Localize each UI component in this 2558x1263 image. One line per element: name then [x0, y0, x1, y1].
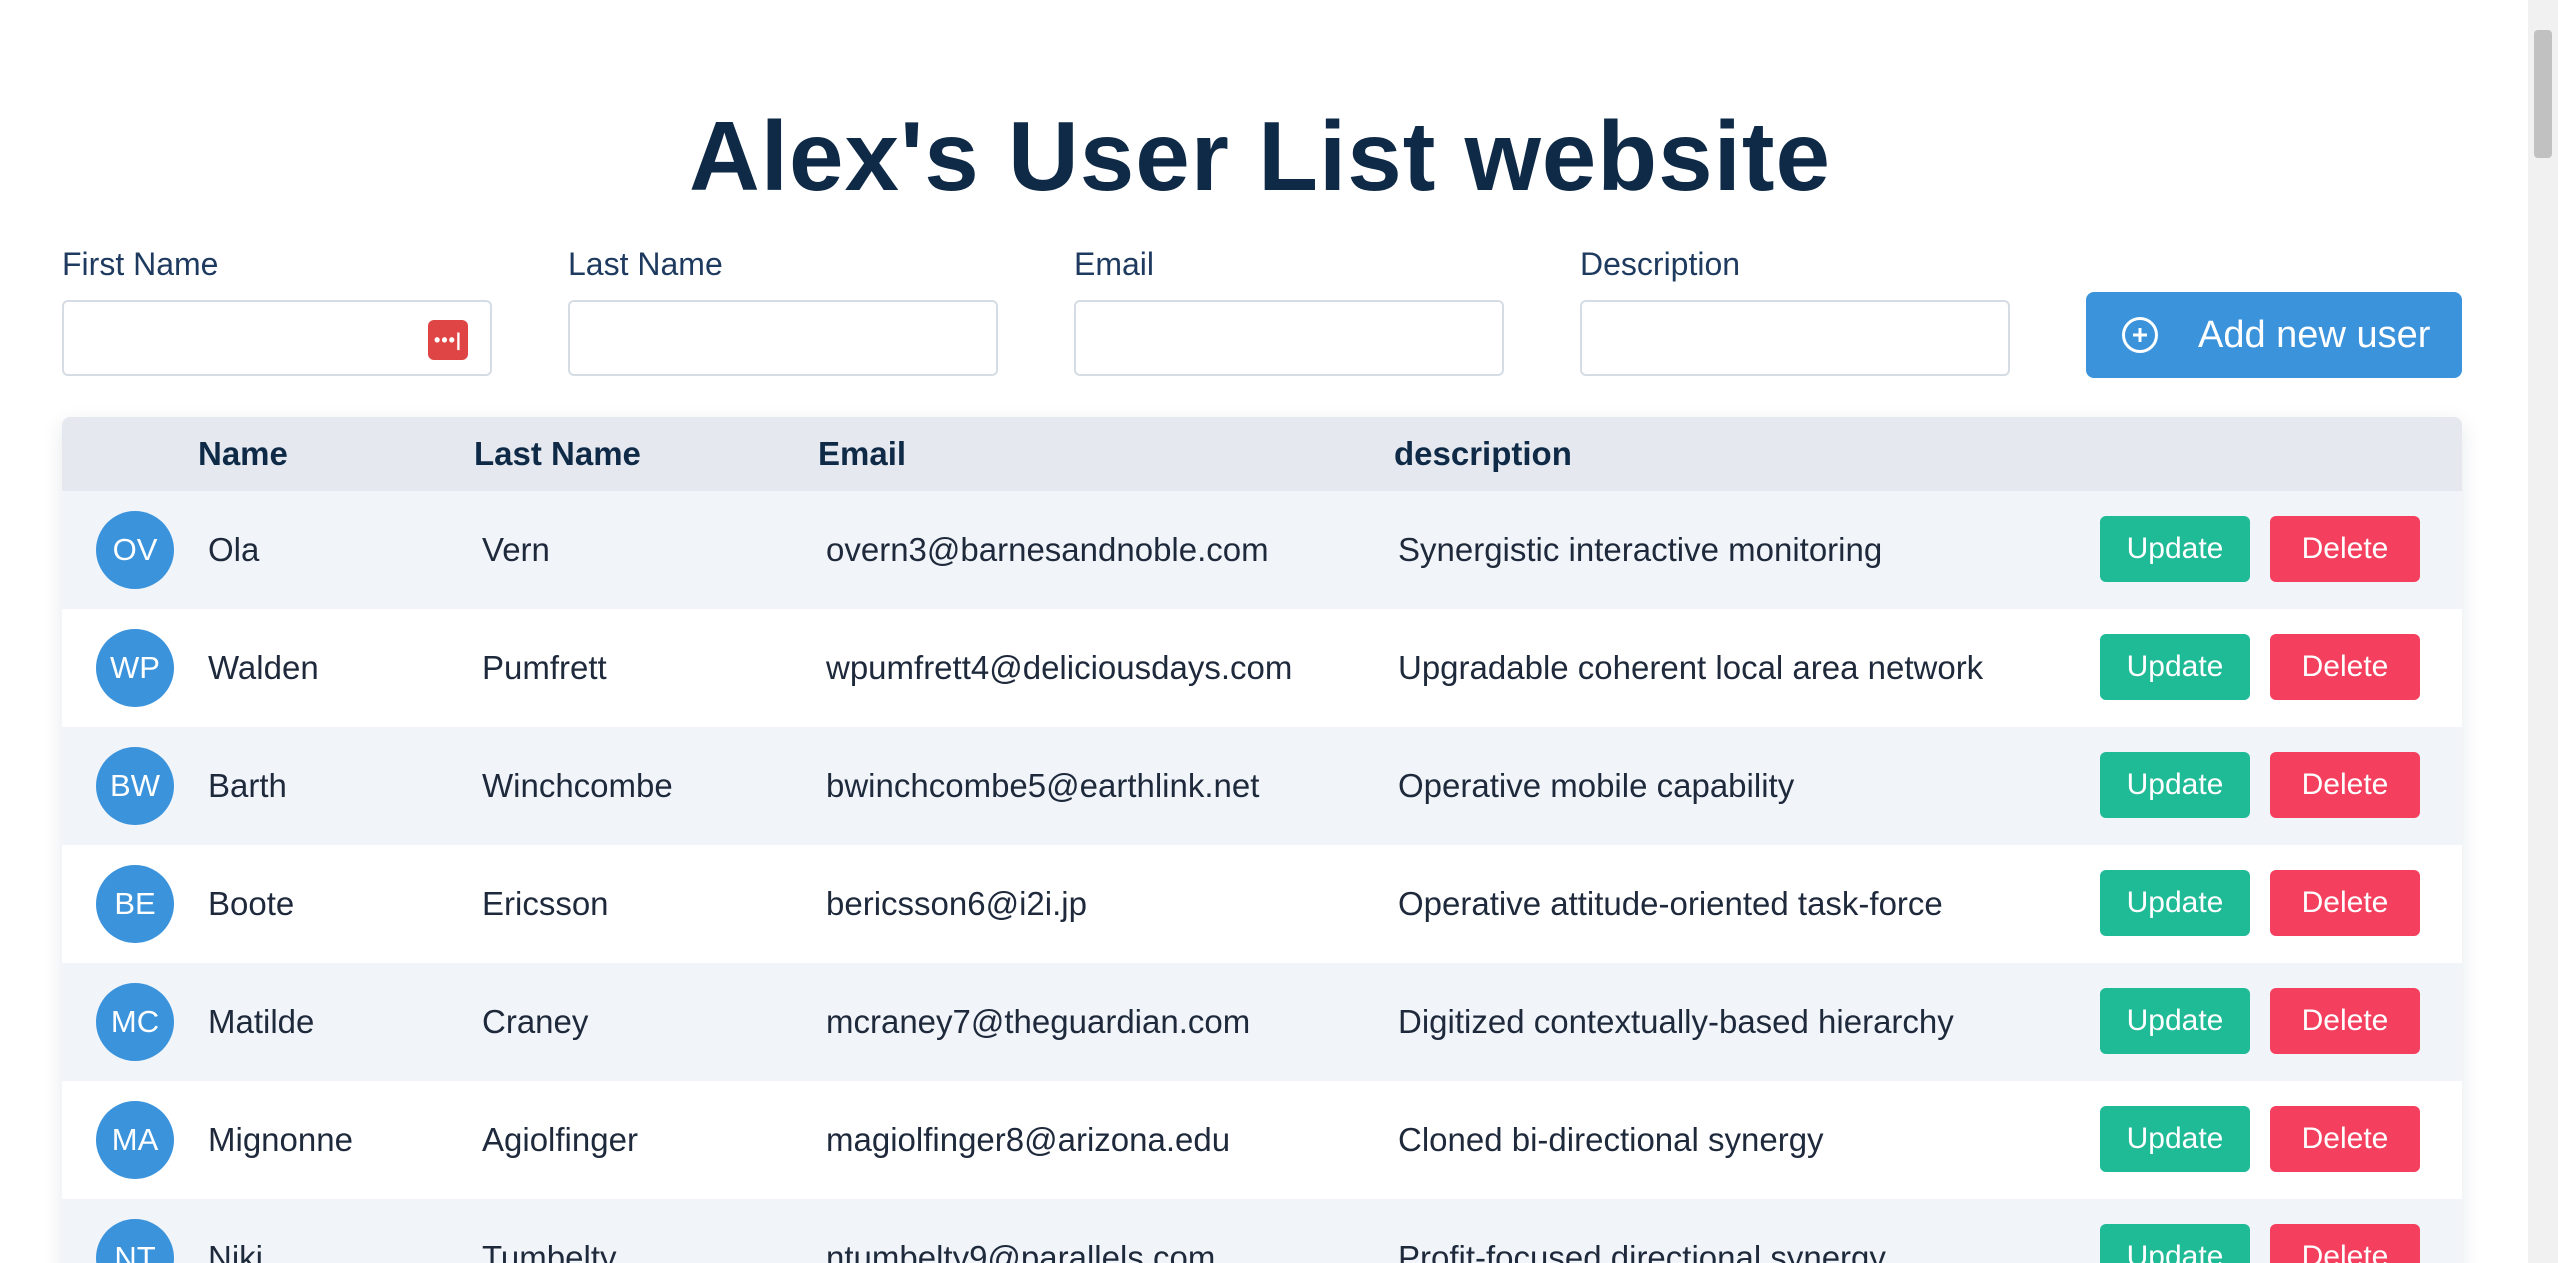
email-input[interactable] [1076, 302, 1502, 374]
email-cell: ntumbelty9@parallels.com [826, 1239, 1216, 1263]
email-cell: bericsson6@i2i.jp [826, 885, 1087, 922]
user-table: Name Last Name Email description OV Ola Ve… [62, 417, 2462, 1263]
email-input-wrapper [1074, 300, 1504, 376]
delete-button[interactable]: Delete [2270, 516, 2420, 582]
page: Alex's User List website First Name •••|… [0, 0, 2558, 1263]
delete-button[interactable]: Delete [2270, 1224, 2420, 1263]
delete-button[interactable]: Delete [2270, 870, 2420, 936]
table-row: MA Mignonne Agiolfinger magiolfinger8@arizo… [62, 1081, 2462, 1199]
update-button[interactable]: Update [2100, 1106, 2250, 1172]
last-name-cell: Winchcombe [482, 767, 673, 804]
first-name-cell: Mignonne [208, 1121, 353, 1158]
email-cell: wpumfrett4@deliciousdays.com [826, 649, 1293, 686]
avatar: BE [96, 865, 174, 943]
last-name-cell: Agiolfinger [482, 1121, 638, 1158]
first-name-cell: Matilde [208, 1003, 315, 1040]
avatar: NT [96, 1219, 174, 1263]
description-label: Description [1580, 246, 1741, 282]
first-name-cell: Ola [208, 531, 260, 568]
first-name-label: First Name [62, 246, 219, 282]
email-cell: mcraney7@theguardian.com [826, 1003, 1251, 1040]
header-last-name: Last Name [474, 435, 641, 472]
email-cell: magiolfinger8@arizona.edu [826, 1121, 1231, 1158]
first-name-field: First Name •••| [62, 244, 494, 376]
email-field: Email [1074, 244, 1506, 376]
table-row: BE Boote Ericsson bericsson6@i2i.jp Operativ… [62, 845, 2462, 963]
last-name-label: Last Name [568, 246, 723, 282]
first-name-input[interactable] [64, 302, 490, 374]
header-name: Name [198, 435, 288, 472]
page-title: Alex's User List website [688, 101, 1832, 211]
last-name-input[interactable] [570, 302, 996, 374]
page-scrollbar[interactable] [2528, 0, 2558, 1263]
description-field: Description [1580, 244, 2012, 376]
update-button[interactable]: Update [2100, 516, 2250, 582]
delete-button[interactable]: Delete [2270, 1106, 2420, 1172]
update-button[interactable]: Update [2100, 634, 2250, 700]
scrollbar-thumb[interactable] [2534, 30, 2552, 158]
last-name-cell: Pumfrett [482, 649, 607, 686]
add-new-user-button[interactable]: Add new user [2086, 292, 2462, 378]
email-label: Email [1074, 246, 1155, 282]
first-name-cell: Barth [208, 767, 287, 804]
table-row: MC Matilde Craney mcraney7@theguardian.com D… [62, 963, 2462, 1081]
description-cell: Operative mobile capability [1398, 767, 1795, 804]
description-cell: Cloned bi-directional synergy [1398, 1121, 1824, 1158]
description-input[interactable] [1582, 302, 2008, 374]
delete-button[interactable]: Delete [2270, 752, 2420, 818]
update-button[interactable]: Update [2100, 870, 2250, 936]
first-name-cell: Niki [208, 1239, 263, 1263]
description-cell: Upgradable coherent local area network [1398, 649, 1984, 686]
avatar: MA [96, 1101, 174, 1179]
description-cell: Synergistic interactive monitoring [1398, 531, 1883, 568]
table-row: WP Walden Pumfrett wpumfrett4@deliciousdays… [62, 609, 2462, 727]
table-header: Name Last Name Email description [62, 417, 2462, 491]
last-name-cell: Tumbelty [482, 1239, 617, 1263]
email-cell: overn3@barnesandnoble.com [826, 531, 1269, 568]
delete-button[interactable]: Delete [2270, 634, 2420, 700]
description-input-wrapper [1580, 300, 2010, 376]
avatar: MC [96, 983, 174, 1061]
avatar: BW [96, 747, 174, 825]
header-description: description [1394, 435, 1572, 472]
password-manager-icon[interactable]: •••| [428, 320, 468, 360]
plus-circle-icon [2122, 317, 2158, 353]
avatar: OV [96, 511, 174, 589]
last-name-field: Last Name [568, 244, 1000, 376]
last-name-cell: Craney [482, 1003, 589, 1040]
update-button[interactable]: Update [2100, 988, 2250, 1054]
table-row: OV Ola Vern overn3@barnesandnoble.com Synerg… [62, 491, 2462, 609]
last-name-cell: Ericsson [482, 885, 609, 922]
last-name-cell: Vern [482, 531, 550, 568]
update-button[interactable]: Update [2100, 1224, 2250, 1263]
table-row: BW Barth Winchcombe bwinchcombe5@earthlink.… [62, 727, 2462, 845]
description-cell: Digitized contextually-based hierarchy [1398, 1003, 1954, 1040]
avatar: WP [96, 629, 174, 707]
add-new-user-label: Add new user [2198, 313, 2431, 356]
header-email: Email [818, 435, 907, 472]
delete-button[interactable]: Delete [2270, 988, 2420, 1054]
update-button[interactable]: Update [2100, 752, 2250, 818]
first-name-cell: Boote [208, 885, 295, 922]
last-name-input-wrapper [568, 300, 998, 376]
first-name-cell: Walden [208, 649, 319, 686]
description-cell: Profit-focused directional synergy [1398, 1239, 1886, 1263]
first-name-input-wrapper: •••| [62, 300, 492, 376]
description-cell: Operative attitude-oriented task-force [1398, 885, 1943, 922]
email-cell: bwinchcombe5@earthlink.net [826, 767, 1260, 804]
table-row: NT Niki Tumbelty ntumbelty9@parallels.com Pr… [62, 1199, 2462, 1263]
